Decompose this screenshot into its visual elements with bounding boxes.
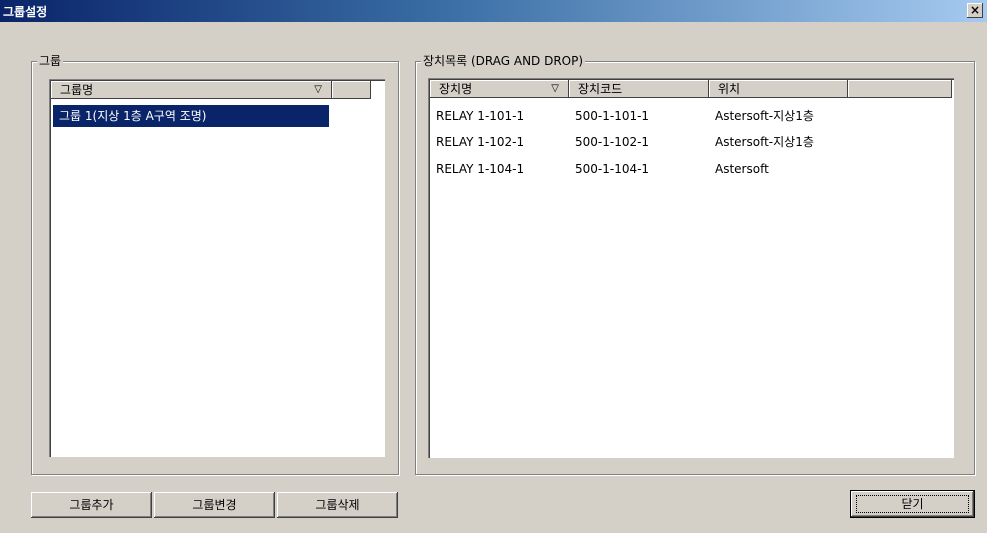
device-row[interactable]: RELAY 1-101-1 500-1-101-1 Astersoft-지상1층 [432,105,855,127]
device-code-cell: 500-1-101-1 [575,109,650,123]
device-panel-title: 장치목록 (DRAG AND DROP) [421,54,586,68]
device-name-cell: RELAY 1-101-1 [436,109,525,123]
column-header-device-name[interactable]: 장치명 ▽ [430,80,569,98]
column-header-label: 그룹명 [60,83,94,97]
device-code-cell: 500-1-104-1 [575,162,650,176]
device-row[interactable]: RELAY 1-102-1 500-1-102-1 Astersoft-지상1층 [432,131,855,153]
column-header-group-name[interactable]: 그룹명 ▽ [51,81,332,99]
close-button-label: 닫기 [901,497,924,511]
device-list[interactable]: 장치명 ▽ 장치코드 위치 RELAY 1-101-1 500-1-101-1 … [428,78,954,458]
group-panel-title: 그룹 [37,54,64,68]
window-title: 그룹설정 [3,5,48,19]
column-header-label: 장치코드 [578,82,623,96]
device-location-cell: Astersoft-지상1층 [715,109,814,123]
add-group-button[interactable]: 그룹추가 [31,492,152,518]
column-header-device-code[interactable]: 장치코드 [569,80,709,98]
group-settings-window: 그룹설정 × 그룹 그룹명 ▽ 그룹 1(지상 1층 A구역 조명) 장치목록 … [0,0,987,533]
device-name-cell: RELAY 1-102-1 [436,135,525,149]
device-location-cell: Astersoft-지상1층 [715,135,814,149]
column-header-location[interactable]: 위치 [709,80,848,98]
close-button[interactable]: 닫기 [851,491,974,517]
column-header-label: 장치명 [439,82,473,96]
group-list-header: 그룹명 ▽ [51,81,371,99]
title-bar[interactable]: 그룹설정 × [0,0,987,22]
group-list[interactable]: 그룹명 ▽ 그룹 1(지상 1층 A구역 조명) [49,79,385,457]
column-header-filler [332,81,371,99]
close-icon[interactable]: × [967,3,983,18]
sort-icon: ▽ [551,83,559,94]
device-location-cell: Astersoft [715,162,769,176]
device-name-cell: RELAY 1-104-1 [436,162,525,176]
column-header-label: 위치 [718,82,741,96]
delete-group-button[interactable]: 그룹삭제 [277,492,398,518]
column-header-filler [848,80,952,98]
edit-group-button[interactable]: 그룹변경 [154,492,275,518]
device-list-header: 장치명 ▽ 장치코드 위치 [430,80,952,98]
device-code-cell: 500-1-102-1 [575,135,650,149]
group-name-cell: 그룹 1(지상 1층 A구역 조명) [59,109,207,123]
sort-icon: ▽ [314,84,322,95]
group-row[interactable]: 그룹 1(지상 1층 A구역 조명) [53,105,329,127]
device-row[interactable]: RELAY 1-104-1 500-1-104-1 Astersoft [432,158,855,180]
